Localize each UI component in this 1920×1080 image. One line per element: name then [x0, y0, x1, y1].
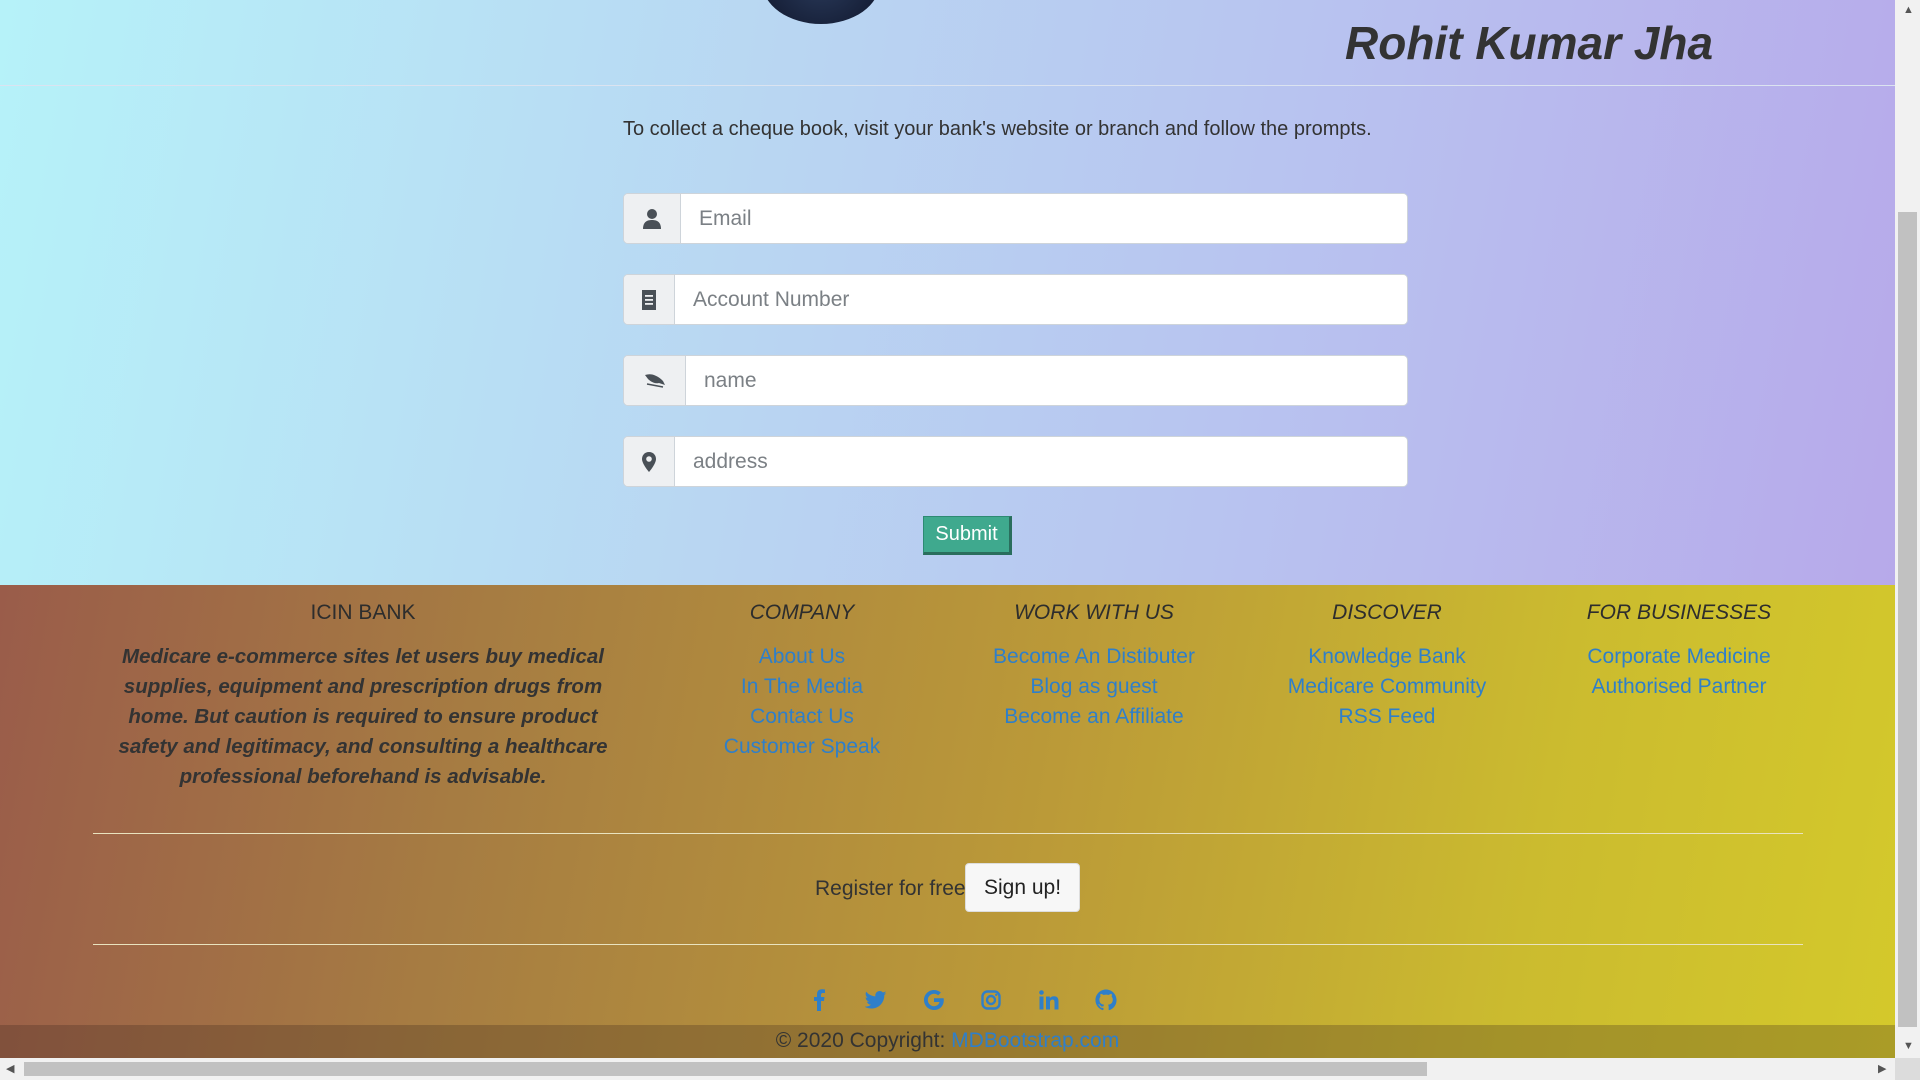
footer-col-work-with-us: WORK WITH US Become An Distibuter Blog a…: [974, 601, 1214, 732]
avatar: [762, 0, 880, 24]
footer-link-customer-speak[interactable]: Customer Speak: [703, 732, 901, 762]
footer-link-blog-as-guest[interactable]: Blog as guest: [974, 672, 1214, 702]
scroll-down-arrow-icon[interactable]: ▼: [1903, 1040, 1914, 1052]
google-icon[interactable]: [905, 987, 963, 1013]
divider: [93, 944, 1803, 945]
account-number-input[interactable]: [675, 275, 1407, 324]
footer-col-title: COMPANY: [749, 601, 855, 624]
scroll-left-arrow-icon[interactable]: ◀: [6, 1062, 14, 1075]
copyright-link[interactable]: MDBootstrap.com: [951, 1029, 1119, 1052]
footer-col-company: COMPANY About Us In The Media Contact Us…: [703, 601, 901, 762]
footer-link-become-affiliate[interactable]: Become an Affiliate: [974, 702, 1214, 732]
name-input[interactable]: [686, 356, 1407, 405]
address-field-group: [623, 436, 1408, 487]
divider: [93, 833, 1803, 834]
account-field-group: [623, 274, 1408, 325]
sign-up-button[interactable]: Sign up!: [965, 863, 1080, 912]
footer-col-for-businesses: FOR BUSINESSES Corporate Medicine Author…: [1559, 601, 1799, 702]
map-marker-icon: [624, 437, 675, 486]
instagram-icon[interactable]: [963, 987, 1021, 1013]
footer-col-title: FOR BUSINESSES: [1586, 601, 1772, 624]
footer-link-become-distributer[interactable]: Become An Distibuter: [974, 642, 1214, 672]
footer-link-knowledge-bank[interactable]: Knowledge Bank: [1267, 642, 1507, 672]
linkedin-icon[interactable]: [1020, 987, 1078, 1013]
copyright-text: © 2020 Copyright:: [775, 1029, 946, 1052]
footer-link-corporate-medicine[interactable]: Corporate Medicine: [1559, 642, 1799, 672]
register-text: Register for free: [815, 877, 966, 900]
email-field-group: [623, 193, 1408, 244]
copyright-bar: © 2020 Copyright: MDBootstrap.com: [0, 1025, 1895, 1058]
vertical-scrollbar[interactable]: ▲ ▼: [1895, 0, 1920, 1058]
footer-link-about-us[interactable]: About Us: [703, 642, 901, 672]
github-icon[interactable]: [1078, 987, 1136, 1013]
footer-link-rss-feed[interactable]: RSS Feed: [1267, 702, 1507, 732]
footer-col-discover: DISCOVER Knowledge Bank Medicare Communi…: [1267, 601, 1507, 732]
email-input[interactable]: [681, 194, 1407, 243]
submit-button[interactable]: Submit: [923, 516, 1012, 555]
scrollbar-corner: [1895, 1058, 1920, 1080]
header-bar: Rohit Kumar Jha: [0, 0, 1895, 86]
footer-col-title: DISCOVER: [1332, 601, 1442, 624]
cheque-book-section: Rohit Kumar Jha To collect a cheque book…: [0, 0, 1895, 585]
facebook-icon[interactable]: [790, 987, 848, 1013]
footer-link-in-the-media[interactable]: In The Media: [703, 672, 901, 702]
feather-icon: [624, 356, 686, 405]
footer-about: ICIN BANK Medicare e-commerce sites let …: [104, 601, 622, 792]
scroll-right-arrow-icon[interactable]: ▶: [1878, 1062, 1886, 1075]
footer-link-contact-us[interactable]: Contact Us: [703, 702, 901, 732]
twitter-icon[interactable]: [848, 987, 906, 1013]
footer-link-authorised-partner[interactable]: Authorised Partner: [1559, 672, 1799, 702]
intro-text: To collect a cheque book, visit your ban…: [623, 118, 1372, 140]
footer-about-title: ICIN BANK: [310, 601, 416, 624]
vertical-scroll-thumb[interactable]: [1898, 212, 1917, 1027]
footer-link-medicare-community[interactable]: Medicare Community: [1267, 672, 1507, 702]
social-links: [790, 987, 1135, 1013]
horizontal-scroll-thumb[interactable]: [24, 1062, 1427, 1076]
user-icon: [624, 194, 681, 243]
scroll-up-arrow-icon[interactable]: ▲: [1903, 4, 1914, 16]
footer-col-title: WORK WITH US: [1014, 601, 1174, 624]
footer-about-text: Medicare e-commerce sites let users buy …: [118, 645, 608, 788]
page: Rohit Kumar Jha To collect a cheque book…: [0, 0, 1895, 1058]
footer: ICIN BANK Medicare e-commerce sites let …: [0, 585, 1895, 1058]
horizontal-scrollbar[interactable]: ◀ ▶: [0, 1058, 1895, 1080]
address-input[interactable]: [675, 437, 1407, 486]
name-field-group: [623, 355, 1408, 406]
receipt-icon: [624, 275, 675, 324]
user-name: Rohit Kumar Jha: [1345, 17, 1714, 69]
